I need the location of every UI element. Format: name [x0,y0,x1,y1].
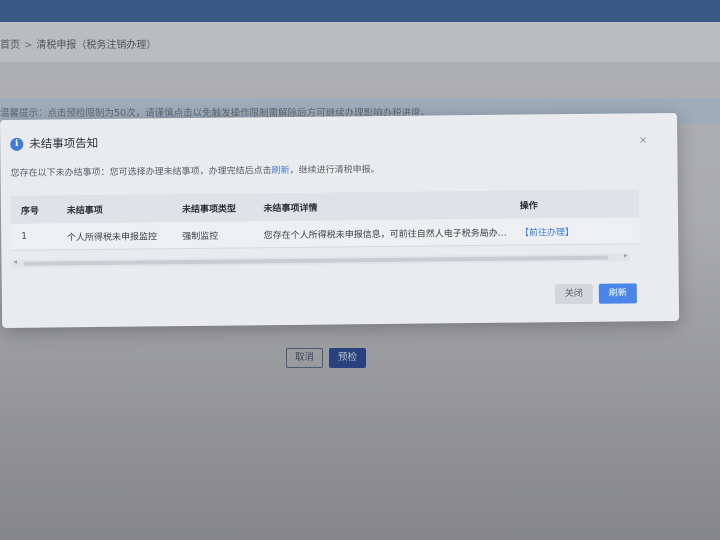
unfinished-items-table: 序号 未结事项 未结事项类型 未结事项详情 操作 1 个人所得税未申报监控 强制… [10,189,640,251]
dialog-header: i 未结事项告知 [10,135,98,152]
info-circle-icon: i [10,137,24,151]
header-action: 操作 [519,200,538,212]
dialog-title: 未结事项告知 [29,135,99,151]
header-type: 未结事项类型 [181,204,237,215]
horizontal-scrollbar[interactable]: ◂ ▸ [11,251,630,268]
table-row: 1 个人所得税未申报监控 强制监控 您存在个人所得税未申报信息，可前往自然人电子… [11,217,640,251]
breadcrumb-home[interactable]: 首页 [0,40,20,51]
header-item: 未结事项 [66,205,103,216]
header-index: 序号 [20,206,40,217]
unfinished-items-dialog: i 未结事项告知 × 您存在以下未办结事项：您可选择办理未结事项，办理完结后点击… [0,112,680,328]
cell-index: 1 [21,231,28,242]
breadcrumb: 首页 > 清税申报（税务注销办理） [0,36,156,51]
breadcrumb-current: 清税申报（税务注销办理） [36,40,157,51]
cell-type: 强制监控 [182,231,219,242]
header-detail: 未结事项详情 [263,203,318,214]
description-text: 您存在以下未办结事项：您可选择办理未结事项，办理完结后点击 [10,166,272,179]
dialog-description: 您存在以下未办结事项：您可选择办理未结事项，办理完结后点击刷新，继续进行清税申报… [10,162,380,179]
cell-item: 个人所得税未申报监控 [66,231,158,243]
precheck-button[interactable]: 预检 [329,348,367,368]
description-text-suffix: ，继续进行清税申报。 [289,165,380,176]
cell-detail: 您存在个人所得税未申报信息，可前往自然人电子税务局办理。 [263,228,515,241]
top-navigation-bar [0,0,720,22]
scrollbar-thumb[interactable] [23,255,609,266]
refresh-button[interactable]: 刷新 [598,283,637,304]
go-handle-link[interactable]: 【前往办理】 [520,227,574,238]
scroll-left-icon[interactable]: ◂ [13,258,17,266]
cancel-button[interactable]: 取消 [286,348,324,368]
breadcrumb-separator: > [24,40,33,51]
close-icon[interactable]: × [639,135,648,146]
cell-action: 【前往办理】 [514,224,639,238]
page-action-buttons: 取消 预检 [286,348,367,368]
scroll-right-icon[interactable]: ▸ [624,251,628,259]
close-button[interactable]: 关闭 [554,283,593,305]
description-refresh-link[interactable]: 刷新 [272,166,290,176]
